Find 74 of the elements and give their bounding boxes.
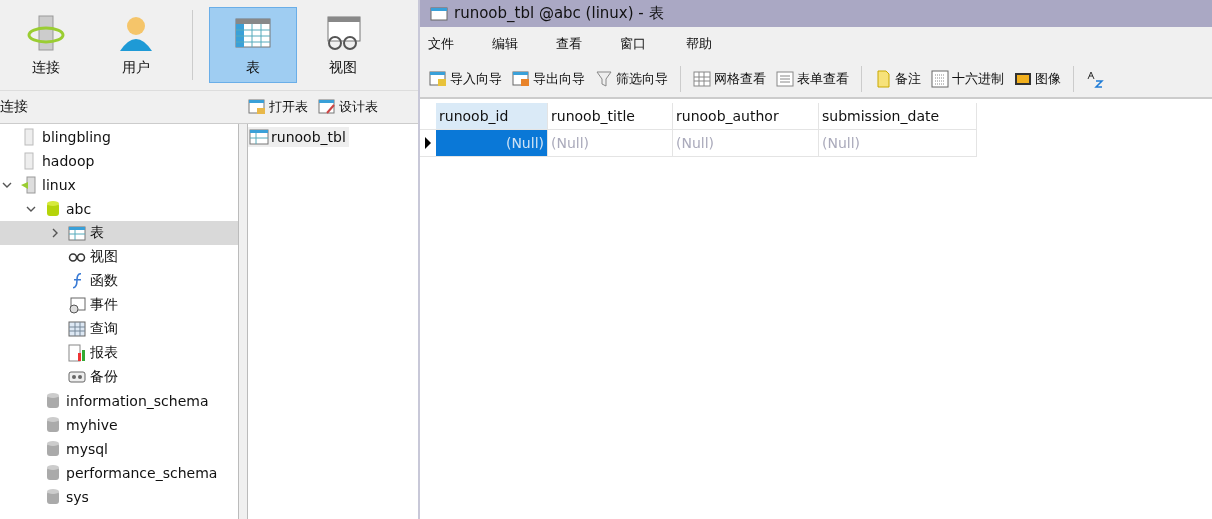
table-icon <box>248 99 266 115</box>
menu-item[interactable]: 帮助 <box>686 35 750 53</box>
event-icon <box>68 296 86 314</box>
menu-item[interactable]: 编辑 <box>492 35 556 53</box>
form-icon <box>776 70 794 88</box>
tree-item[interactable]: hadoop <box>0 149 238 173</box>
table-icon <box>68 224 86 242</box>
toolbar-button[interactable]: 图像 <box>1011 70 1064 88</box>
toolbar-button[interactable]: 表单查看 <box>773 70 852 88</box>
toolbar-button[interactable]: 备注 <box>871 70 924 88</box>
database-icon <box>44 416 62 434</box>
toolbar-button[interactable]: 导出向导 <box>509 70 588 88</box>
tree-item[interactable]: linux <box>0 173 238 197</box>
sort-icon <box>1086 70 1104 88</box>
toolbar-button[interactable]: 视图 <box>299 7 387 83</box>
toolbar-button[interactable]: 网格查看 <box>690 70 769 88</box>
panel-header: 连接 <box>0 98 29 116</box>
database-icon <box>44 392 62 410</box>
tree-item[interactable]: sys <box>0 485 238 509</box>
window-title: runoob_tbl @abc (linux) - 表 <box>454 4 664 23</box>
column-header[interactable]: runoob_author <box>673 103 819 130</box>
menu-item[interactable]: 窗口 <box>620 35 686 53</box>
menu-item[interactable]: 查看 <box>556 35 620 53</box>
tree-item[interactable]: myhive <box>0 413 238 437</box>
glasses-icon <box>68 252 86 262</box>
chevron-down-icon[interactable] <box>26 204 36 214</box>
grid-icon <box>693 70 711 88</box>
tree-item[interactable]: 查询 <box>0 317 238 341</box>
tree-item[interactable]: 报表 <box>0 341 238 365</box>
tree-item[interactable]: 函数 <box>0 269 238 293</box>
action-button[interactable]: 打开表 <box>248 98 308 116</box>
tree-item[interactable]: 备份 <box>0 365 238 389</box>
tree-item[interactable]: mysql <box>0 437 238 461</box>
toolbar-button[interactable]: 筛选向导 <box>592 70 671 88</box>
tree-item[interactable]: 表 <box>0 221 238 245</box>
tree-item[interactable]: 事件 <box>0 293 238 317</box>
toolbar-button[interactable]: 十六进制 <box>928 70 1007 88</box>
action-button[interactable]: 设计表 <box>318 98 378 116</box>
toolbar-button[interactable]: 表 <box>209 7 297 83</box>
note-icon <box>874 70 892 88</box>
column-header[interactable]: submission_date <box>819 103 977 130</box>
table-icon <box>430 6 448 21</box>
tree-item[interactable]: abc <box>0 197 238 221</box>
report-icon <box>68 344 86 362</box>
column-header[interactable]: runoob_title <box>548 103 673 130</box>
filter-icon <box>595 70 613 88</box>
function-icon <box>72 273 82 289</box>
toolbar-button[interactable]: 用户 <box>92 7 180 83</box>
server-icon <box>20 176 38 194</box>
chevron-down-icon[interactable] <box>2 180 12 190</box>
column-header[interactable]: runoob_id <box>436 103 548 130</box>
image-icon <box>1014 70 1032 88</box>
toolbar-button[interactable]: 连接 <box>2 7 90 83</box>
database-icon <box>44 488 62 506</box>
table-item[interactable]: runoob_tbl <box>248 127 349 147</box>
database-icon <box>44 464 62 482</box>
chevron-right-icon[interactable] <box>50 228 60 238</box>
database-icon <box>44 200 62 218</box>
export-icon <box>512 70 530 88</box>
tree-item[interactable]: 视图 <box>0 245 238 269</box>
table-icon <box>249 129 269 145</box>
tree-item[interactable]: blingbling <box>0 125 238 149</box>
table-edit-icon <box>318 99 336 115</box>
server-icon <box>26 13 66 53</box>
database-icon <box>44 440 62 458</box>
menu-item[interactable]: 文件 <box>428 35 492 53</box>
tree-item[interactable]: information_schema <box>0 389 238 413</box>
hex-icon <box>931 70 949 88</box>
toolbar-button[interactable]: 导入向导 <box>426 70 505 88</box>
import-icon <box>429 70 447 88</box>
backup-icon <box>68 368 86 386</box>
tree-item[interactable]: performance_schema <box>0 461 238 485</box>
query-icon <box>68 320 86 338</box>
table-cell[interactable]: (Null) <box>436 130 548 157</box>
